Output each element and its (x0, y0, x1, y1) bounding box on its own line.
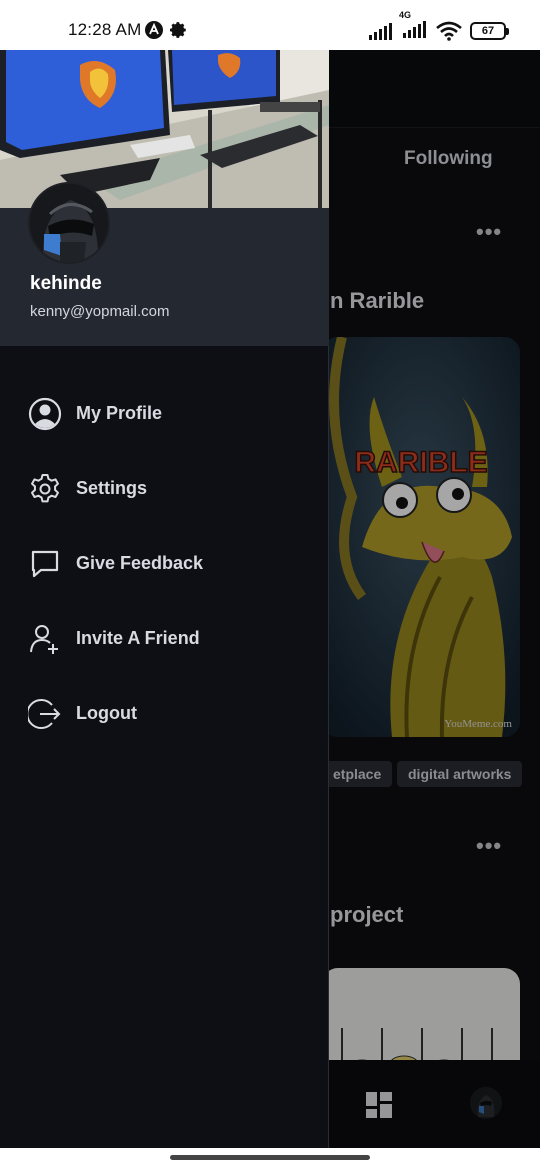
post-title: n Rarible (330, 288, 425, 313)
tag-chip[interactable]: etplace (322, 761, 393, 787)
menu-item-label: My Profile (76, 403, 163, 423)
post-image[interactable] (322, 968, 520, 1060)
dragon-meme-image: RARIBLE YouMeme.com (322, 337, 520, 737)
status-bar: 12:28 AM 4G 67 (0, 0, 540, 50)
menu-item-give-feedback[interactable]: Give Feedback (0, 526, 329, 601)
menu-item-my-profile[interactable]: My Profile (0, 376, 329, 451)
post-title: project (330, 902, 404, 927)
user-name: kehinde (30, 273, 102, 294)
signal-icon (369, 23, 392, 40)
menu-item-label: Logout (76, 703, 137, 723)
home-indicator[interactable] (170, 1155, 370, 1160)
post-image[interactable]: RARIBLE YouMeme.com (322, 337, 520, 737)
logout-icon (28, 698, 61, 729)
menu-item-logout[interactable]: Logout (0, 676, 329, 751)
add-user-icon (30, 624, 58, 654)
signal-icon (403, 20, 426, 38)
image-caption: RARIBLE (354, 446, 487, 479)
battery-indicator: 67 (470, 22, 509, 40)
profile-avatar-tab[interactable] (470, 1087, 502, 1119)
user-email: kenny@yopmail.com (30, 303, 170, 320)
menu-item-settings[interactable]: Settings (0, 451, 329, 526)
avatar (470, 1087, 502, 1119)
cover-image (0, 50, 329, 208)
gear-icon (31, 473, 59, 502)
status-indicators: 4G 67 (368, 10, 509, 42)
more-options-icon[interactable]: ••• (476, 221, 502, 243)
drawer-menu: My Profile Settings Give Feedback Invite… (0, 376, 329, 751)
office-desk-image (0, 50, 329, 208)
chat-bubble-icon (31, 550, 59, 577)
dashboard-icon[interactable] (366, 1092, 392, 1118)
menu-item-label: Give Feedback (76, 553, 204, 573)
user-circle-icon (28, 397, 62, 430)
status-time: 12:28 AM (68, 20, 142, 39)
menu-item-label: Invite A Friend (76, 628, 200, 648)
tab-following[interactable]: Following (404, 148, 493, 170)
tag-chip[interactable]: digital artworks (397, 761, 523, 787)
image-watermark: YouMeme.com (444, 718, 512, 730)
menu-item-label: Settings (76, 478, 148, 498)
network-type: 4G (399, 9, 412, 20)
navigation-drawer: kehinde kenny@yopmail.com My Profile Set… (0, 50, 329, 1148)
app-notification-icon (145, 21, 163, 39)
gear-icon (170, 22, 186, 38)
menu-item-invite-friend[interactable]: Invite A Friend (0, 601, 329, 676)
sketch-image (341, 1028, 493, 1060)
more-options-icon[interactable]: ••• (476, 835, 502, 857)
wifi-icon (436, 21, 462, 41)
avatar[interactable] (28, 182, 110, 264)
